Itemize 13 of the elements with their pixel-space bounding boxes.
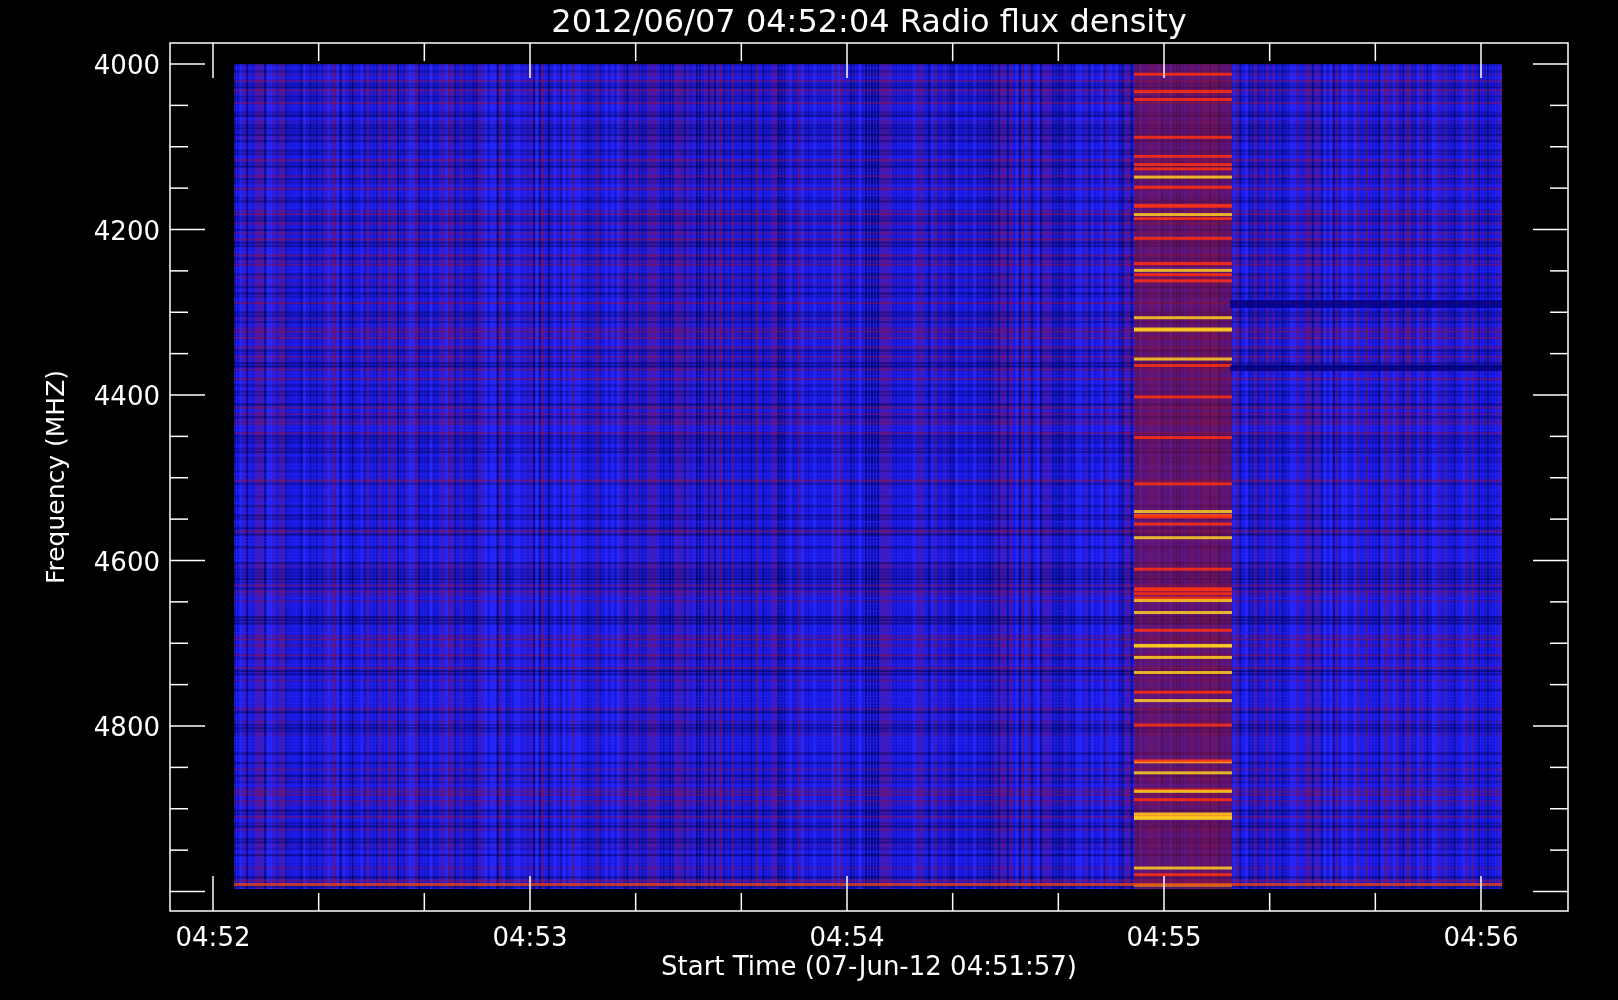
y-tick-label: 4800	[93, 712, 160, 742]
x-tick-label: 04:54	[809, 922, 885, 952]
x-tick-label: 04:55	[1126, 922, 1202, 952]
x-axis-label: Start Time (07-Jun-12 04:51:57)	[661, 951, 1077, 981]
y-tick-label: 4400	[93, 381, 160, 411]
y-tick-label: 4000	[93, 50, 160, 80]
x-tick-label: 04:52	[175, 922, 251, 952]
x-tick-label: 04:56	[1443, 922, 1519, 952]
x-tick-label: 04:53	[492, 922, 568, 952]
y-tick-label: 4600	[93, 546, 160, 577]
y-tick-label: 4200	[93, 215, 160, 246]
chart-title: 2012/06/07 04:52:04 Radio flux density	[551, 2, 1187, 40]
y-axis-label: Frequency (MHZ)	[41, 369, 70, 585]
